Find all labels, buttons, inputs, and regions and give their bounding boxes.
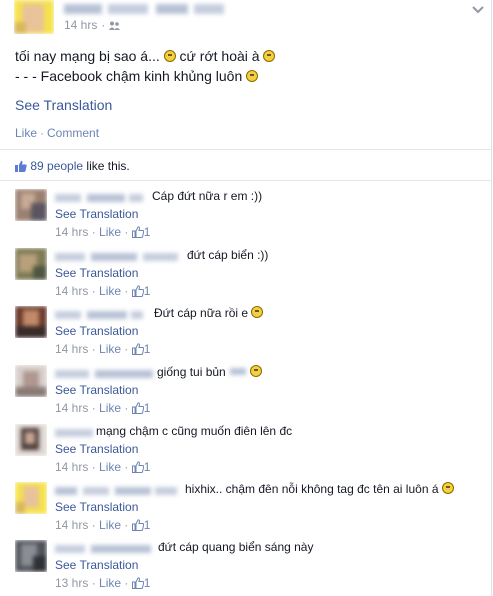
comment-like-count[interactable]: 1 xyxy=(144,225,151,239)
comment-text: đứt cáp quang biển sáng này xyxy=(158,540,314,554)
comment-meta: 14 hrs · Like · 1 xyxy=(55,284,151,298)
confused-emoji-icon xyxy=(163,50,176,62)
commenter-name-redacted[interactable] xyxy=(55,308,143,320)
post-card: 14 hrs · tối nay mạng bị sao á... cứ rớt … xyxy=(0,0,492,596)
post-actions: Like · Comment xyxy=(15,126,100,140)
commenter-name-redacted[interactable] xyxy=(55,250,180,262)
like-link[interactable]: Like xyxy=(15,126,37,140)
likes-summary: 89 people like this. xyxy=(15,159,130,173)
see-translation-link[interactable]: See Translation xyxy=(55,383,138,397)
commenter-name-redacted[interactable] xyxy=(55,367,155,379)
comment-time[interactable]: 14 hrs xyxy=(55,225,88,239)
commenter-avatar[interactable] xyxy=(15,482,47,514)
see-translation-link[interactable]: See Translation xyxy=(55,324,138,338)
commenter-name-redacted[interactable] xyxy=(55,484,179,496)
comment-like-link[interactable]: Like xyxy=(99,518,121,532)
smile-emoji-icon xyxy=(251,306,264,318)
see-translation-link[interactable]: See Translation xyxy=(55,207,138,221)
author-avatar[interactable] xyxy=(14,0,54,34)
comment-item: mạng chậm c cũng muốn điên lên đc See Tr… xyxy=(15,424,485,478)
thumbs-up-icon xyxy=(15,160,27,172)
pacman-emoji-icon xyxy=(250,365,263,377)
divider xyxy=(0,149,491,150)
comment-time[interactable]: 14 hrs xyxy=(55,401,88,415)
comment-like-link[interactable]: Like xyxy=(99,284,121,298)
comment-like-link[interactable]: Like xyxy=(99,342,121,356)
thumbs-up-icon xyxy=(131,285,144,297)
comment-text: Đứt cáp nữa rồi e xyxy=(154,305,264,321)
thumbs-up-icon xyxy=(131,402,144,414)
comment-text: giống tui bủn xyxy=(157,364,263,380)
comment-time[interactable]: 14 hrs xyxy=(55,284,88,298)
commenter-avatar[interactable] xyxy=(15,306,47,338)
commenter-name-redacted[interactable] xyxy=(55,542,155,554)
friends-audience-icon[interactable] xyxy=(109,21,121,30)
divider xyxy=(0,180,491,181)
comment-like-link[interactable]: Like xyxy=(99,576,121,590)
thumbs-up-icon xyxy=(131,343,144,355)
commenter-avatar[interactable] xyxy=(15,248,47,280)
comment-like-count[interactable]: 1 xyxy=(144,576,151,590)
thumbs-up-icon xyxy=(131,461,144,473)
confused-emoji-icon xyxy=(263,50,276,62)
post-text: tối nay mạng bị sao á... cứ rớt hoài à -… xyxy=(15,46,276,86)
comment-like-count[interactable]: 1 xyxy=(144,460,151,474)
chevron-down-icon[interactable] xyxy=(472,6,484,14)
see-translation-link[interactable]: See Translation xyxy=(15,97,112,113)
comment-time[interactable]: 14 hrs xyxy=(55,460,88,474)
comment-meta: 14 hrs · Like · 1 xyxy=(55,401,151,415)
unsure-emoji-icon xyxy=(246,70,259,82)
comment-item: đứt cáp biển :)) See Translation 14 hrs … xyxy=(15,248,485,302)
commenter-avatar[interactable] xyxy=(15,540,47,572)
comment-link[interactable]: Comment xyxy=(47,126,99,140)
comment-text: hixhix.. chậm đên nỗi không tag đc tên a… xyxy=(185,481,454,497)
see-translation-link[interactable]: See Translation xyxy=(55,442,138,456)
commenter-name-redacted[interactable] xyxy=(55,191,145,203)
comment-text: mạng chậm c cũng muốn điên lên đc xyxy=(96,424,293,438)
post-time[interactable]: 14 hrs xyxy=(64,18,97,32)
commenter-avatar[interactable] xyxy=(15,424,47,456)
post-meta: 14 hrs · xyxy=(64,18,121,32)
comment-time[interactable]: 14 hrs xyxy=(55,342,88,356)
comment-meta: 14 hrs · Like · 1 xyxy=(55,518,151,532)
comment-time[interactable]: 14 hrs xyxy=(55,518,88,532)
commenter-avatar[interactable] xyxy=(15,365,47,397)
comment-like-count[interactable]: 1 xyxy=(144,518,151,532)
comment-item: hixhix.. chậm đên nỗi không tag đc tên a… xyxy=(15,482,485,536)
comment-meta: 14 hrs · Like · 1 xyxy=(55,342,151,356)
comment-like-count[interactable]: 1 xyxy=(144,342,151,356)
comment-meta: 14 hrs · Like · 1 xyxy=(55,225,151,239)
redacted-word xyxy=(230,368,247,375)
comment-item: đứt cáp quang biển sáng này See Translat… xyxy=(15,540,485,594)
see-translation-link[interactable]: See Translation xyxy=(55,266,138,280)
comment-item: Cáp đứt nữa r em :)) See Translation 14 … xyxy=(15,189,485,243)
thumbs-up-icon xyxy=(131,226,144,238)
comment-like-link[interactable]: Like xyxy=(99,225,121,239)
comment-item: giống tui bủn See Translation 14 hrs · L… xyxy=(15,365,485,419)
thumbs-up-icon xyxy=(131,519,144,531)
confused-emoji-icon xyxy=(441,482,454,494)
commenter-avatar[interactable] xyxy=(15,189,47,221)
comment-time[interactable]: 13 hrs xyxy=(55,576,88,590)
see-translation-link[interactable]: See Translation xyxy=(55,558,138,572)
comment-text: đứt cáp biển :)) xyxy=(187,248,269,262)
comment-meta: 13 hrs · Like · 1 xyxy=(55,576,151,590)
comment-like-count[interactable]: 1 xyxy=(144,284,151,298)
commenter-name-redacted[interactable] xyxy=(55,426,95,438)
comment-like-link[interactable]: Like xyxy=(99,460,121,474)
comment-like-count[interactable]: 1 xyxy=(144,401,151,415)
thumbs-up-icon xyxy=(131,577,144,589)
comment-like-link[interactable]: Like xyxy=(99,401,121,415)
see-translation-link[interactable]: See Translation xyxy=(55,500,138,514)
comment-meta: 14 hrs · Like · 1 xyxy=(55,460,151,474)
author-name-redacted[interactable] xyxy=(64,2,226,16)
comment-item: Đứt cáp nữa rồi e See Translation 14 hrs… xyxy=(15,306,485,360)
likes-count-link[interactable]: 89 people xyxy=(30,159,83,173)
comment-text: Cáp đứt nữa r em :)) xyxy=(152,189,263,203)
